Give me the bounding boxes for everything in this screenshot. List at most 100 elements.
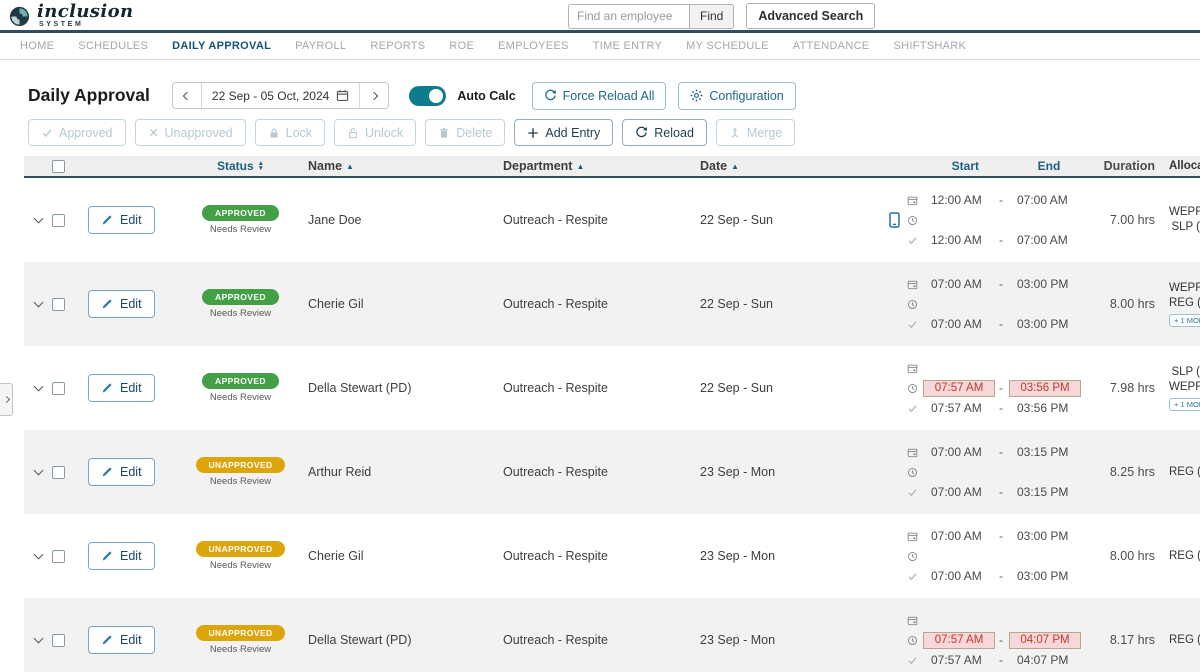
nav-item-daily-approval[interactable]: DAILY APPROVAL — [160, 40, 283, 52]
row-checkbox[interactable] — [52, 634, 65, 647]
column-header-start: Start — [952, 159, 1038, 173]
unlock-button[interactable]: Unlock — [334, 119, 416, 146]
column-header-status[interactable]: Status ▲▼ — [217, 159, 264, 173]
add-entry-button[interactable]: Add Entry — [514, 119, 613, 146]
status-badge: APPROVED — [202, 289, 279, 305]
more-allocations-button[interactable]: + 1 MOR — [1169, 314, 1200, 327]
department-name: Outreach - Respite — [503, 549, 696, 563]
time-separator — [995, 277, 1007, 291]
approval-table: Status ▲▼ Name▲ Department▲ Date▲ Start … — [24, 156, 1200, 672]
search-input[interactable] — [568, 4, 690, 29]
expand-row-icon[interactable] — [33, 214, 43, 224]
row-checkbox[interactable] — [52, 382, 65, 395]
nav-item-schedules[interactable]: SCHEDULES — [66, 40, 160, 52]
find-button[interactable]: Find — [689, 4, 734, 29]
advanced-search-button[interactable]: Advanced Search — [746, 3, 875, 29]
status-badge: UNAPPROVED — [196, 625, 286, 641]
time-separator — [995, 445, 1007, 459]
allocation-list: REG (8 — [1169, 549, 1200, 564]
nav-item-attendance[interactable]: ATTENDANCE — [781, 40, 882, 52]
delete-button[interactable]: Delete — [425, 119, 505, 146]
more-allocations-button[interactable]: + 1 MOR — [1169, 398, 1200, 411]
nav-item-home[interactable]: HOME — [8, 40, 66, 52]
nav-item-roe[interactable]: ROE — [437, 40, 486, 52]
times-group: 12:00 AM 07:00 AM — [907, 190, 1081, 250]
brand-name: inclusion — [37, 3, 133, 21]
edit-button[interactable]: Edit — [88, 626, 155, 654]
brand-logo-icon — [8, 5, 31, 28]
punch-end-field[interactable]: 03:56 PM — [1009, 380, 1081, 397]
date-prev-button[interactable] — [173, 83, 202, 108]
calendar-icon — [907, 447, 918, 458]
expand-row-icon[interactable] — [33, 298, 43, 308]
edit-button[interactable]: Edit — [88, 374, 155, 402]
approved-button[interactable]: Approved — [28, 119, 126, 146]
edit-button[interactable]: Edit — [88, 206, 155, 234]
expand-row-icon[interactable] — [33, 634, 43, 644]
shift-date: 22 Sep - Sun — [696, 381, 881, 395]
add-entry-label: Add Entry — [545, 126, 600, 140]
expand-row-icon[interactable] — [33, 382, 43, 392]
configuration-button[interactable]: Configuration — [678, 82, 795, 110]
duration-value: 8.25 hrs — [1081, 465, 1169, 479]
time-separator — [995, 193, 1007, 207]
expand-row-icon[interactable] — [33, 550, 43, 560]
nav-item-shiftshark[interactable]: SHIFTSHARK — [881, 40, 978, 52]
merge-button[interactable]: Merge — [716, 119, 795, 146]
calendar-icon — [907, 615, 918, 626]
row-checkbox[interactable] — [52, 466, 65, 479]
time-separator — [995, 317, 1007, 331]
scheduled-times: 07:00 AM 03:15 PM — [907, 442, 1081, 462]
nav-item-payroll[interactable]: PAYROLL — [283, 40, 358, 52]
status-note: Needs Review — [210, 560, 271, 571]
sort-asc-icon: ▲ — [731, 162, 739, 171]
table-row: Edit UNAPPROVED Needs Review Della Stewa… — [24, 598, 1200, 672]
clock-icon — [907, 635, 918, 646]
edit-button[interactable]: Edit — [88, 542, 155, 570]
nav-item-reports[interactable]: REPORTS — [358, 40, 437, 52]
edit-button[interactable]: Edit — [88, 290, 155, 318]
punch-times: 07:57 AM 03:56 PM — [907, 378, 1081, 398]
calendar-icon — [907, 531, 918, 542]
delete-label: Delete — [456, 126, 492, 140]
side-panel-expander[interactable] — [0, 383, 13, 416]
row-checkbox[interactable] — [52, 214, 65, 227]
clock-icon — [907, 551, 918, 562]
calendar-icon — [907, 279, 918, 290]
edit-button[interactable]: Edit — [88, 458, 155, 486]
unapproved-button[interactable]: Unapproved — [135, 119, 246, 146]
nav-item-employees[interactable]: EMPLOYEES — [486, 40, 581, 52]
select-all-checkbox[interactable] — [52, 160, 65, 173]
punch-start-field[interactable]: 07:57 AM — [923, 380, 995, 397]
lock-button[interactable]: Lock — [255, 119, 325, 146]
date-next-button[interactable] — [359, 83, 388, 108]
auto-calc-toggle[interactable] — [409, 86, 446, 106]
expand-row-icon[interactable] — [33, 466, 43, 476]
punch-start-field[interactable]: 07:57 AM — [923, 632, 995, 649]
allocation-item: WEPRI — [1169, 205, 1200, 220]
check-icon — [907, 571, 918, 582]
reload-button[interactable]: Reload — [622, 119, 707, 146]
auto-calc-label: Auto Calc — [457, 89, 515, 103]
row-checkbox[interactable] — [52, 550, 65, 563]
row-checkbox[interactable] — [52, 298, 65, 311]
column-header-department[interactable]: Department▲ — [503, 159, 696, 173]
column-header-date[interactable]: Date▲ — [700, 159, 881, 173]
punch-end-field[interactable]: 04:07 PM — [1009, 632, 1081, 649]
allocation-item: REG (8 — [1169, 633, 1200, 648]
approved-end: 03:15 PM — [1007, 485, 1081, 499]
approved-times: 07:00 AM 03:00 PM — [907, 566, 1081, 586]
approved-end: 03:00 PM — [1007, 569, 1081, 583]
shift-date: 23 Sep - Mon — [696, 465, 881, 479]
department-name: Outreach - Respite — [503, 381, 696, 395]
table-row: Edit UNAPPROVED Needs Review Cherie Gil … — [24, 514, 1200, 598]
column-header-name[interactable]: Name▲ — [308, 159, 503, 173]
date-range-display[interactable]: 22 Sep - 05 Oct, 2024 — [202, 83, 359, 108]
force-reload-all-button[interactable]: Force Reload All — [532, 82, 667, 110]
scheduled-times — [907, 610, 1081, 630]
page-title: Daily Approval — [28, 85, 150, 106]
punch-times — [907, 462, 1081, 482]
refresh-icon — [544, 89, 557, 102]
nav-item-time-entry[interactable]: TIME ENTRY — [581, 40, 674, 52]
nav-item-my-schedule[interactable]: MY SCHEDULE — [674, 40, 781, 52]
